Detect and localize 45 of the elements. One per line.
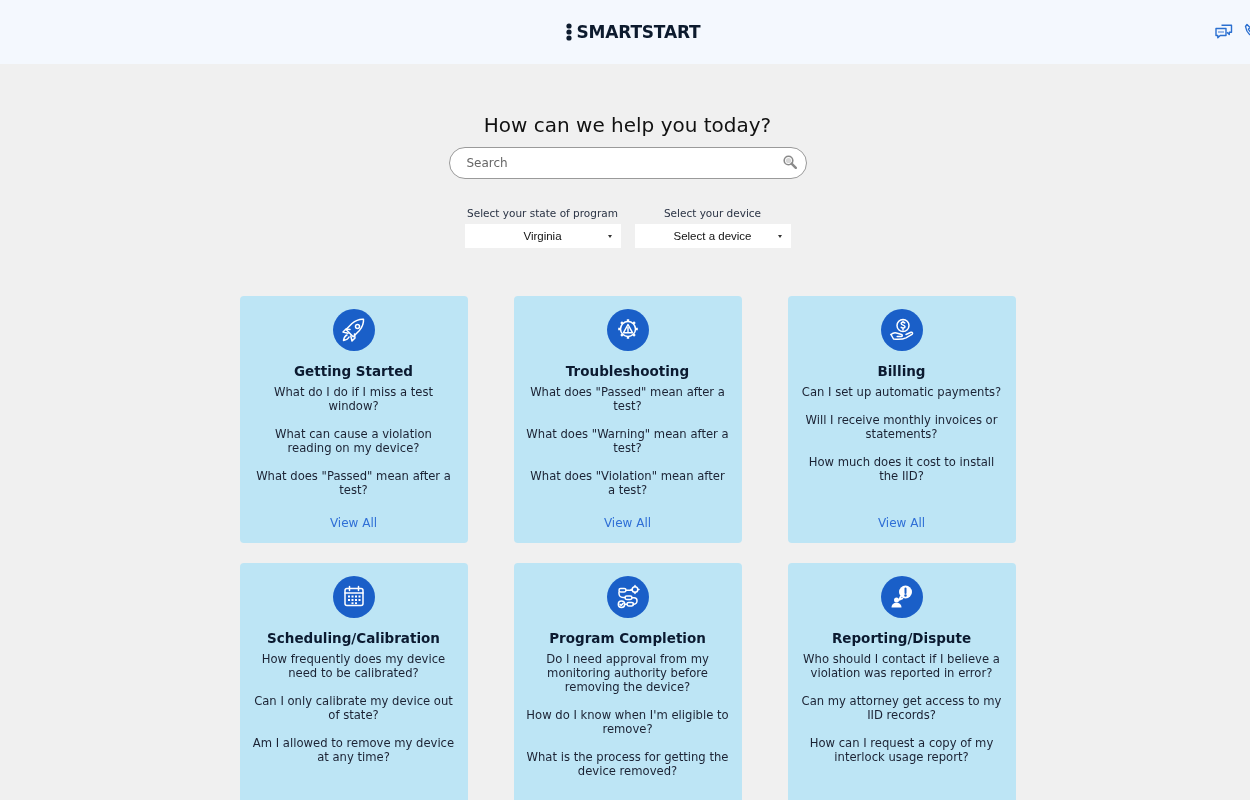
search-field[interactable]: Search <box>448 147 807 179</box>
search-icon[interactable] <box>782 155 797 169</box>
category-title: Program Completion <box>549 630 706 646</box>
question-link[interactable]: What is the process for getting the device removed? <box>525 750 730 778</box>
field-label: Select your device <box>663 206 762 220</box>
rocket-icon <box>332 309 375 351</box>
category-title: Billing <box>877 363 926 379</box>
category-title: Reporting/Dispute <box>831 630 972 646</box>
question-link[interactable]: What do I do if I miss a test window? <box>251 385 456 413</box>
question-link[interactable]: How do I know when I'm eligible to remove? <box>525 708 730 736</box>
question-link[interactable]: How frequently does my device need to be calibrated? <box>251 652 456 680</box>
category-title: Scheduling/Calibration <box>267 630 440 646</box>
field-label: Select your state of program <box>467 206 618 220</box>
question-link[interactable]: Will I receive monthly invoices or statements? <box>799 413 1004 441</box>
question-link[interactable]: Do I need approval from my monitoring authority before removing the device? <box>525 652 730 694</box>
question-link[interactable]: Who should I contact if I believe a violation was reported in error? <box>799 652 1004 680</box>
question-link[interactable]: Can I only calibrate my device out of state? <box>251 694 456 722</box>
calendar-icon <box>332 576 375 618</box>
question-link[interactable]: Can my attorney get access to my IID records? <box>799 694 1004 722</box>
question-link[interactable]: What does "Passed" mean after a test? <box>251 469 456 497</box>
view-all-link[interactable]: View All <box>603 516 652 530</box>
chat-icon[interactable] <box>1215 23 1233 39</box>
question-link[interactable]: Can I set up automatic payments? <box>801 385 1002 399</box>
logo-dots-icon <box>565 23 572 41</box>
question-link[interactable]: What does "Warning" mean after a test? <box>525 427 730 455</box>
question-link[interactable]: What does "Passed" mean after a test? <box>525 385 730 413</box>
question-link[interactable]: What does "Violation" mean after a test? <box>525 469 730 497</box>
caret-icon <box>777 235 782 238</box>
logo-text: SMARTSTART <box>576 22 701 42</box>
question-link[interactable]: How can I request a copy of my interlock usage report? <box>799 736 1004 764</box>
view-all-link[interactable]: View All <box>877 516 926 530</box>
page-heading: How can we help you today? <box>483 112 772 138</box>
view-all-link[interactable]: View All <box>329 516 378 530</box>
gear-warning-icon <box>606 309 649 351</box>
workflow-icon <box>606 576 649 618</box>
hand-coin-icon <box>880 309 923 351</box>
caret-icon <box>607 235 612 238</box>
person-alert-icon <box>880 576 923 618</box>
category-title: Troubleshooting <box>565 363 690 379</box>
select-dropdown[interactable]: Select a device <box>634 224 791 248</box>
category-title: Getting Started <box>294 363 413 379</box>
question-link[interactable]: What can cause a violation reading on my device? <box>251 427 456 455</box>
select-dropdown[interactable]: Virginia <box>464 224 621 248</box>
question-link[interactable]: Am I allowed to remove my device at any time? <box>251 736 456 764</box>
question-link[interactable]: How much does it cost to install the IID? <box>799 455 1004 483</box>
